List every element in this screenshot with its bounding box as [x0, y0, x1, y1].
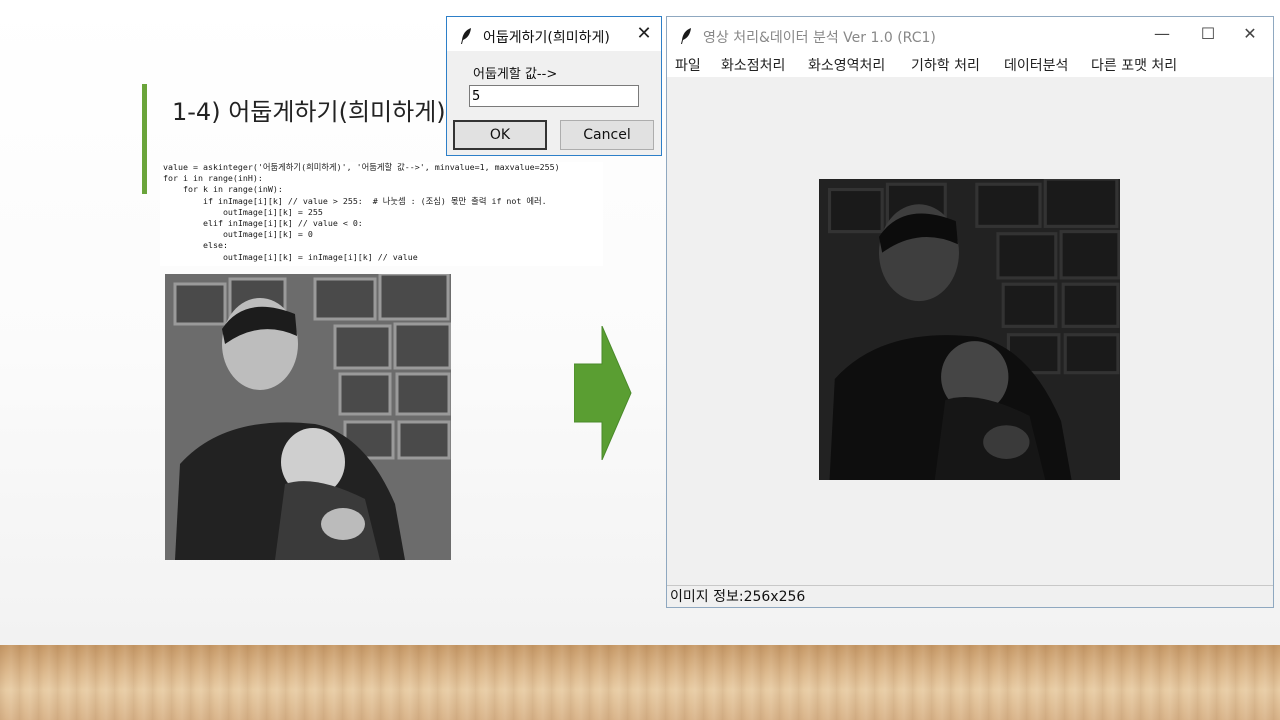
cancel-button[interactable]: Cancel	[560, 120, 654, 150]
menu-geometry[interactable]: 기하학 처리	[911, 55, 980, 75]
code-snippet: value = askinteger('어둡게하기(희미하게)', '어둡게할 …	[160, 162, 603, 266]
menu-data-analysis[interactable]: 데이터분석	[1004, 55, 1068, 75]
original-photo	[165, 272, 452, 560]
menu-pixel-point[interactable]: 화소점처리	[721, 55, 785, 75]
close-button[interactable]: ✕	[1227, 17, 1273, 51]
darken-dialog: 어둡게하기(희미하게) ✕ 어둡게할 값--> OK Cancel	[446, 16, 662, 156]
ok-button[interactable]: OK	[453, 120, 547, 150]
feather-icon	[461, 28, 471, 44]
result-image-art	[819, 177, 1121, 480]
dialog-prompt-label: 어둡게할 값-->	[473, 67, 558, 82]
menu-pixel-area[interactable]: 화소영역처리	[808, 55, 885, 75]
code-line-2: for i in range(inH):	[163, 173, 263, 184]
minimize-button[interactable]: —	[1139, 17, 1185, 51]
feather-icon	[681, 28, 691, 44]
code-line-1: value = askinteger('어둡게하기(희미하게)', '어둡게할 …	[163, 162, 560, 172]
main-titlebar[interactable]: 영상 처리&데이터 분석 Ver 1.0 (RC1) — ☐ ✕	[667, 17, 1273, 51]
status-bar: 이미지 정보:256x256	[667, 585, 1273, 607]
menubar: 파일 화소점처리 화소영역처리 기하학 처리 데이터분석 다른 포맷 처리	[667, 51, 1273, 77]
code-line-3: for k in range(inW):	[163, 184, 283, 195]
image-processing-window: 영상 처리&데이터 분석 Ver 1.0 (RC1) — ☐ ✕ 파일 화소점처…	[666, 16, 1274, 608]
dialog-title: 어둡게하기(희미하게)	[483, 30, 610, 46]
dialog-close-button[interactable]: ✕	[627, 17, 661, 51]
darken-value-input[interactable]	[469, 85, 639, 107]
code-line-8: else:	[163, 240, 228, 251]
right-arrow-icon	[574, 326, 632, 460]
result-image	[819, 177, 1121, 480]
wood-floor	[0, 645, 1280, 720]
slide-title: 1-4) 어둡게하기(희미하게)	[172, 98, 446, 126]
dialog-titlebar[interactable]: 어둡게하기(희미하게) ✕	[447, 17, 661, 51]
code-line-7: outImage[i][k] = 0	[163, 229, 313, 240]
main-window-title: 영상 처리&데이터 분석 Ver 1.0 (RC1)	[703, 30, 936, 46]
original-photo-art	[165, 272, 452, 560]
title-accent-bar	[142, 84, 147, 194]
code-line-9: outImage[i][k] = inImage[i][k] // value	[163, 251, 418, 262]
maximize-button[interactable]: ☐	[1185, 17, 1231, 51]
code-line-5: outImage[i][k] = 255	[163, 206, 323, 217]
menu-other-format[interactable]: 다른 포맷 처리	[1091, 55, 1177, 75]
menu-file[interactable]: 파일	[675, 55, 701, 75]
code-line-4: if inImage[i][k] // value > 255: # 나눗셈 :…	[163, 195, 547, 206]
code-line-6: elif inImage[i][k] // value < 0:	[163, 218, 363, 229]
